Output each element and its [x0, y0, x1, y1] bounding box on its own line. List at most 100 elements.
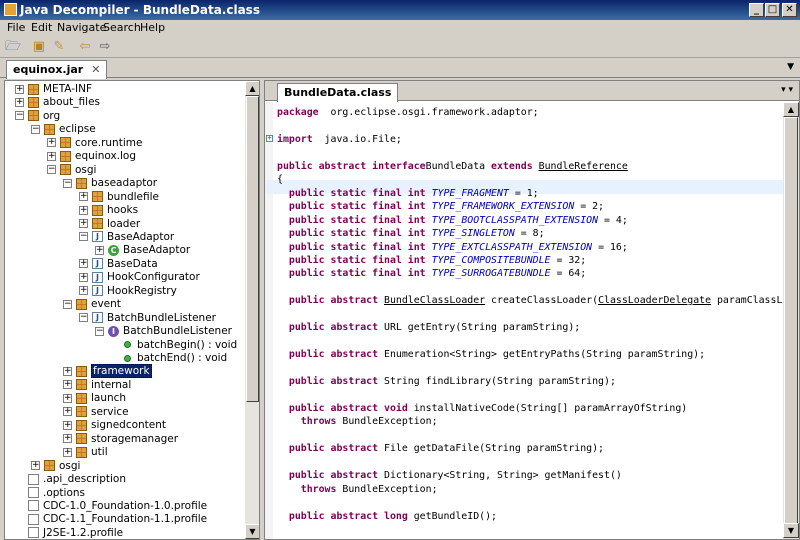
tree-node[interactable]: + internal: [63, 379, 131, 392]
open-file-icon[interactable]: 🗁: [4, 38, 22, 56]
expand-icon[interactable]: +: [63, 434, 72, 444]
collapse-icon[interactable]: −: [79, 232, 88, 242]
scroll-up-arrow[interactable]: ▲: [245, 81, 259, 96]
expand-icon[interactable]: +: [79, 219, 88, 228]
tree-node[interactable]: − J BaseAdaptor: [79, 231, 174, 244]
tree-node[interactable]: + J HookConfigurator: [79, 271, 200, 284]
window-title: Java Decompiler - BundleData.class: [20, 3, 260, 17]
collapse-icon[interactable]: −: [63, 299, 72, 309]
tree-node[interactable]: − org: [15, 110, 60, 123]
tree-node[interactable]: + hooks: [79, 204, 138, 217]
menu-search[interactable]: Search: [103, 21, 141, 34]
code-line: public abstract URL getEntry(String para…: [277, 322, 581, 334]
tree-node[interactable]: CDC-1.0_Foundation-1.0.profile: [15, 500, 207, 513]
tree-node-label: storagemanager: [91, 432, 179, 445]
tree-node[interactable]: + osgi: [31, 460, 80, 473]
code-view[interactable]: package org.eclipse.osgi.framework.adapt…: [265, 102, 783, 539]
expand-icon[interactable]: +: [63, 380, 72, 390]
code-line: public abstract Dictionary<String, Strin…: [277, 470, 622, 482]
tree-node[interactable]: J2SE-1.2.profile: [15, 527, 123, 539]
menu-file[interactable]: File: [7, 21, 25, 34]
menu-navigate[interactable]: Navigate: [57, 21, 106, 34]
tree-node[interactable]: − event: [63, 298, 121, 311]
class-icon: C: [108, 244, 119, 256]
tree-node[interactable]: + loader: [79, 218, 140, 231]
collapse-icon[interactable]: −: [47, 165, 56, 175]
scroll-down-arrow[interactable]: ▼: [245, 524, 259, 539]
tree-node[interactable]: + equinox.log: [47, 150, 136, 163]
tree-node[interactable]: .api_description: [15, 473, 126, 486]
wand-icon[interactable]: ✎: [50, 38, 68, 56]
maximize-button[interactable]: □: [765, 3, 780, 17]
forward-icon[interactable]: ⇨: [96, 38, 114, 56]
tree-node-label: BatchBundleListener: [123, 325, 232, 338]
scroll-thumb[interactable]: [246, 96, 259, 402]
expand-icon[interactable]: +: [79, 272, 88, 282]
collapse-icon[interactable]: −: [31, 124, 40, 134]
expand-icon[interactable]: +: [15, 97, 24, 107]
close-tab-icon[interactable]: ✕: [91, 63, 100, 76]
tree-node[interactable]: + bundlefile: [79, 191, 159, 204]
chevron-down-icon[interactable]: ▼: [787, 62, 794, 72]
tree-node[interactable]: + util: [63, 446, 108, 459]
tree-node[interactable]: + META-INF: [15, 83, 92, 96]
expand-icon[interactable]: +: [63, 366, 72, 376]
scroll-down-arrow[interactable]: ▼: [783, 523, 799, 538]
tree-node-label: internal: [91, 378, 132, 391]
expand-icon[interactable]: +: [79, 259, 88, 269]
expand-icon[interactable]: +: [31, 461, 40, 471]
tree-node[interactable]: − baseadaptor: [63, 177, 157, 190]
tree-node-label: service: [91, 405, 129, 418]
close-button[interactable]: ✕: [782, 3, 797, 17]
expand-icon[interactable]: +: [63, 407, 72, 417]
tree-vertical-scrollbar[interactable]: ▲ ▼: [245, 81, 259, 539]
minimize-button[interactable]: _: [749, 3, 764, 17]
tree-node[interactable]: + about_files: [15, 96, 100, 109]
tree-node[interactable]: + core.runtime: [47, 137, 142, 150]
tree-node[interactable]: batchBegin() : void: [111, 339, 237, 352]
tree-node[interactable]: .options: [15, 487, 85, 500]
tree-node-label: META-INF: [43, 83, 93, 95]
tree-node[interactable]: + C BaseAdaptor: [95, 244, 190, 257]
tree-node[interactable]: − osgi: [47, 164, 96, 177]
expand-icon[interactable]: +: [47, 138, 56, 148]
collapse-icon[interactable]: −: [63, 178, 72, 188]
tree-node[interactable]: + J BaseData: [79, 258, 158, 271]
expand-icon[interactable]: +: [47, 151, 56, 161]
class-file-icon: J: [92, 258, 103, 270]
editor-menu-icon[interactable]: ▾ ▾: [781, 85, 793, 95]
expand-icon[interactable]: +: [63, 447, 72, 457]
tree-node[interactable]: CDC-1.1_Foundation-1.1.profile: [15, 513, 207, 526]
tab-equinox-jar[interactable]: equinox.jar ✕: [6, 60, 108, 79]
fold-expand-icon[interactable]: +: [266, 135, 273, 142]
tree-node[interactable]: + launch: [63, 392, 126, 405]
tree-node[interactable]: + J HookRegistry: [79, 285, 177, 298]
tree-node[interactable]: − I BatchBundleListener: [95, 325, 232, 338]
scroll-up-arrow[interactable]: ▲: [783, 102, 799, 117]
scroll-thumb[interactable]: [784, 117, 798, 525]
expand-icon[interactable]: +: [95, 245, 104, 255]
expand-icon[interactable]: +: [79, 205, 88, 215]
menu-edit[interactable]: Edit: [31, 21, 52, 34]
expand-icon[interactable]: +: [63, 420, 72, 430]
tree-node[interactable]: + storagemanager: [63, 433, 178, 446]
code-vertical-scrollbar[interactable]: ▲ ▼: [783, 102, 799, 539]
expand-icon[interactable]: +: [63, 393, 72, 403]
expand-icon[interactable]: +: [15, 84, 24, 94]
open-type-icon[interactable]: ▣: [30, 38, 48, 56]
tree-node[interactable]: + framework: [63, 364, 152, 379]
tree-node[interactable]: batchEnd() : void: [111, 352, 227, 365]
expand-icon[interactable]: +: [79, 192, 88, 202]
code-line: public static final int TYPE_EXTCLASSPAT…: [277, 241, 628, 253]
collapse-icon[interactable]: −: [79, 313, 88, 323]
menu-help[interactable]: Help: [140, 21, 165, 34]
tab-bundledata-class[interactable]: BundleData.class: [277, 83, 399, 102]
tree-node[interactable]: + signedcontent: [63, 419, 166, 432]
expand-icon[interactable]: +: [79, 286, 88, 296]
tree-node[interactable]: + service: [63, 406, 129, 419]
tree-node[interactable]: − J BatchBundleListener: [79, 312, 216, 325]
tree-node[interactable]: − eclipse: [31, 123, 96, 136]
collapse-icon[interactable]: −: [15, 111, 24, 121]
back-icon[interactable]: ⇦: [76, 38, 94, 56]
collapse-icon[interactable]: −: [95, 326, 104, 336]
